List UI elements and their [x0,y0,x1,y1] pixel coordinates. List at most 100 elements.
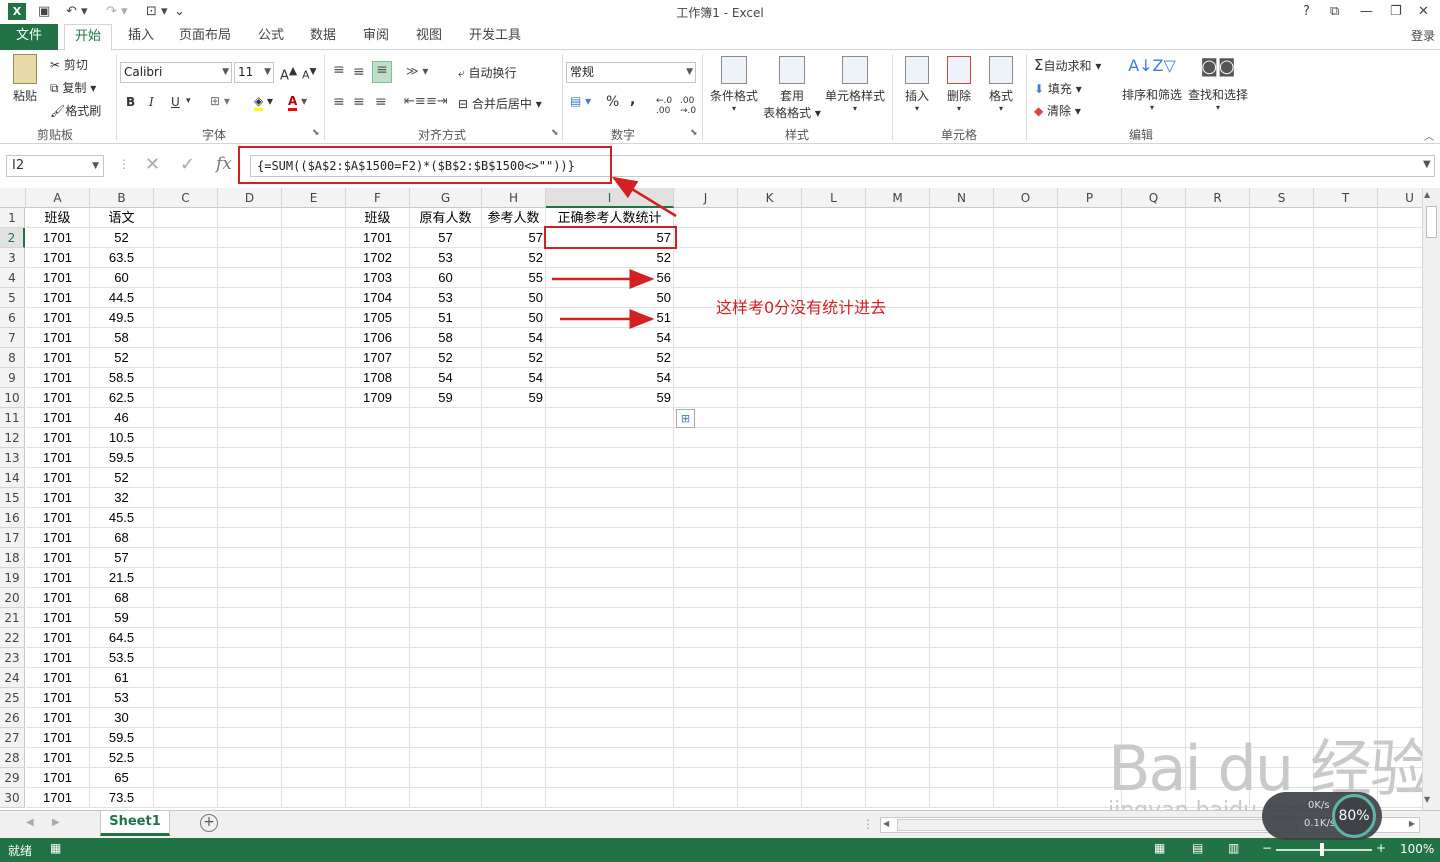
cell-j9[interactable] [674,368,738,388]
font-color-icon[interactable]: A ▾ [288,94,307,111]
cell-d4[interactable] [218,268,282,288]
cell-n3[interactable] [930,248,994,268]
cell-i27[interactable] [546,728,674,748]
cell-g6[interactable]: 51 [410,308,482,328]
cell-k13[interactable] [738,448,802,468]
cell-t11[interactable] [1314,408,1378,428]
cell-r22[interactable] [1186,628,1250,648]
cell-m7[interactable] [866,328,930,348]
wrap-text-button[interactable]: ⤶ 自动换行 [458,64,517,81]
cell-l25[interactable] [802,688,866,708]
cell-d6[interactable] [218,308,282,328]
cell-b14[interactable]: 52 [90,468,154,488]
format-as-table-button[interactable]: 套用 表格格式 ▾ [762,56,822,121]
cell-g15[interactable] [410,488,482,508]
cell-u21[interactable] [1378,608,1422,628]
orientation-icon[interactable]: ≫ ▾ [406,64,428,78]
cut-button[interactable]: ✂ 剪切 [50,56,88,73]
column-header-r[interactable]: R [1186,188,1250,208]
cell-p21[interactable] [1058,608,1122,628]
cell-b7[interactable]: 58 [90,328,154,348]
cell-f15[interactable] [346,488,410,508]
tab-developer[interactable]: 开发工具 [462,24,528,50]
cell-n13[interactable] [930,448,994,468]
cell-p14[interactable] [1058,468,1122,488]
cell-m23[interactable] [866,648,930,668]
cell-t1[interactable] [1314,208,1378,228]
cell-i20[interactable] [546,588,674,608]
row-header-8[interactable]: 8 [0,348,25,368]
merge-center-button[interactable]: ⊟ 合并后居中 ▾ [458,95,542,112]
cell-n6[interactable] [930,308,994,328]
cell-q9[interactable] [1122,368,1186,388]
cell-u10[interactable] [1378,388,1422,408]
cell-i30[interactable] [546,788,674,808]
cell-c30[interactable] [154,788,218,808]
cell-l26[interactable] [802,708,866,728]
autosum-button[interactable]: Σ自动求和 ▾ [1034,56,1101,74]
cell-s18[interactable] [1250,548,1314,568]
cell-u7[interactable] [1378,328,1422,348]
cell-c6[interactable] [154,308,218,328]
cell-g20[interactable] [410,588,482,608]
cell-h29[interactable] [482,768,546,788]
cell-t24[interactable] [1314,668,1378,688]
cell-r9[interactable] [1186,368,1250,388]
cell-r21[interactable] [1186,608,1250,628]
cell-n20[interactable] [930,588,994,608]
cell-l13[interactable] [802,448,866,468]
delete-cells-button[interactable]: 删除 ▾ [942,56,976,113]
cell-h20[interactable] [482,588,546,608]
cell-d14[interactable] [218,468,282,488]
cell-b27[interactable]: 59.5 [90,728,154,748]
cell-q15[interactable] [1122,488,1186,508]
increase-decimal-icon[interactable]: ←.0.00 [656,96,672,116]
cell-d11[interactable] [218,408,282,428]
zoom-in-button[interactable]: + [1376,841,1386,855]
tab-formulas[interactable]: 公式 [248,24,294,50]
cell-k28[interactable] [738,748,802,768]
cell-f9[interactable]: 1708 [346,368,410,388]
cell-d1[interactable] [218,208,282,228]
cell-o20[interactable] [994,588,1058,608]
cell-e23[interactable] [282,648,346,668]
cell-l3[interactable] [802,248,866,268]
quick-analysis-icon[interactable]: ⊞ [676,409,695,428]
cell-q20[interactable] [1122,588,1186,608]
cell-l11[interactable] [802,408,866,428]
cell-s4[interactable] [1250,268,1314,288]
cell-q24[interactable] [1122,668,1186,688]
row-header-25[interactable]: 25 [0,688,25,708]
cell-f5[interactable]: 1704 [346,288,410,308]
cell-h22[interactable] [482,628,546,648]
cell-m29[interactable] [866,768,930,788]
minimize-button[interactable]: — [1360,3,1373,21]
cancel-icon[interactable]: ✕ [145,154,160,175]
cell-p15[interactable] [1058,488,1122,508]
cell-f1[interactable]: 班级 [346,208,410,228]
cell-h2[interactable]: 57 [482,228,546,248]
cell-r10[interactable] [1186,388,1250,408]
cell-u23[interactable] [1378,648,1422,668]
cell-c19[interactable] [154,568,218,588]
cell-s24[interactable] [1250,668,1314,688]
cell-q7[interactable] [1122,328,1186,348]
cell-o26[interactable] [994,708,1058,728]
cell-i14[interactable] [546,468,674,488]
cell-a7[interactable]: 1701 [26,328,90,348]
conditional-format-button[interactable]: 条件格式 ▾ [706,56,762,113]
cell-h9[interactable]: 54 [482,368,546,388]
cell-j27[interactable] [674,728,738,748]
cell-h8[interactable]: 52 [482,348,546,368]
cell-s11[interactable] [1250,408,1314,428]
cell-n15[interactable] [930,488,994,508]
cell-m21[interactable] [866,608,930,628]
cell-e20[interactable] [282,588,346,608]
cell-k24[interactable] [738,668,802,688]
row-header-28[interactable]: 28 [0,748,25,768]
cell-p6[interactable] [1058,308,1122,328]
cell-g27[interactable] [410,728,482,748]
cell-o16[interactable] [994,508,1058,528]
cell-u20[interactable] [1378,588,1422,608]
cell-u3[interactable] [1378,248,1422,268]
